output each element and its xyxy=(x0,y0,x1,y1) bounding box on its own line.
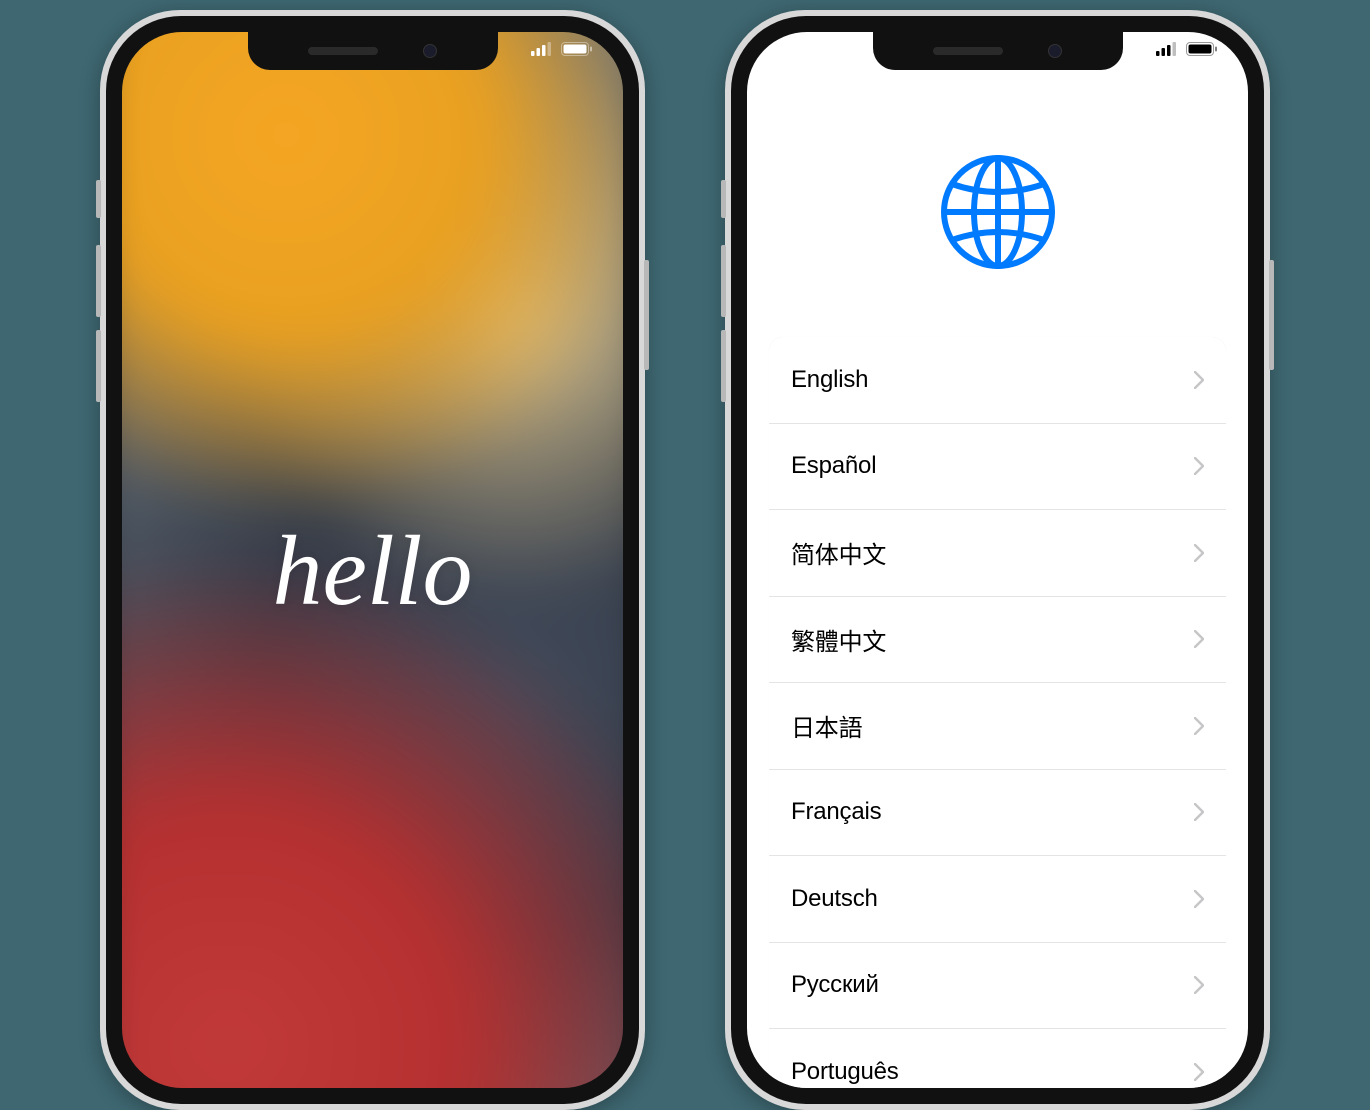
language-select-screen: English Español 简体中文 繁體中文 xyxy=(747,32,1248,1088)
chevron-right-icon xyxy=(1194,890,1204,908)
globe-icon-container xyxy=(747,32,1248,337)
hello-greeting: hello xyxy=(122,32,623,1088)
mute-switch[interactable] xyxy=(96,180,101,218)
language-list: English Español 简体中文 繁體中文 xyxy=(769,337,1226,1088)
chevron-right-icon xyxy=(1194,544,1204,562)
phone-screen: hello xyxy=(122,32,623,1088)
language-item-portugues[interactable]: Português xyxy=(769,1029,1226,1088)
language-item-simplified-chinese[interactable]: 简体中文 xyxy=(769,510,1226,597)
phone-screen: English Español 简体中文 繁體中文 xyxy=(747,32,1248,1088)
volume-down-button[interactable] xyxy=(96,330,101,402)
chevron-right-icon xyxy=(1194,371,1204,389)
language-label: 简体中文 xyxy=(791,535,886,570)
phone-frame: hello xyxy=(106,16,639,1104)
phone-frame: English Español 简体中文 繁體中文 xyxy=(731,16,1264,1104)
status-bar xyxy=(531,42,593,61)
status-bar xyxy=(1156,42,1218,61)
cellular-signal-icon xyxy=(531,42,553,61)
volume-down-button[interactable] xyxy=(721,330,726,402)
language-item-traditional-chinese[interactable]: 繁體中文 xyxy=(769,597,1226,684)
chevron-right-icon xyxy=(1194,803,1204,821)
chevron-right-icon xyxy=(1194,630,1204,648)
language-item-francais[interactable]: Français xyxy=(769,770,1226,857)
volume-up-button[interactable] xyxy=(721,245,726,317)
language-item-deutsch[interactable]: Deutsch xyxy=(769,856,1226,943)
language-label: 日本語 xyxy=(791,708,862,743)
chevron-right-icon xyxy=(1194,457,1204,475)
speaker-grille xyxy=(933,47,1003,55)
notch xyxy=(248,32,498,70)
language-item-english[interactable]: English xyxy=(769,337,1226,424)
language-item-espanol[interactable]: Español xyxy=(769,424,1226,511)
volume-up-button[interactable] xyxy=(96,245,101,317)
phone-language-select: English Español 简体中文 繁體中文 xyxy=(725,10,1270,1110)
mute-switch[interactable] xyxy=(721,180,726,218)
power-button[interactable] xyxy=(644,260,649,370)
language-item-japanese[interactable]: 日本語 xyxy=(769,683,1226,770)
front-camera xyxy=(423,44,437,58)
language-label: Deutsch xyxy=(791,885,878,913)
globe-icon xyxy=(938,152,1058,277)
chevron-right-icon xyxy=(1194,976,1204,994)
language-label: Русский xyxy=(791,971,879,999)
chevron-right-icon xyxy=(1194,717,1204,735)
speaker-grille xyxy=(308,47,378,55)
phone-welcome: hello xyxy=(100,10,645,1110)
language-label: Français xyxy=(791,798,881,826)
language-label: English xyxy=(791,366,868,394)
language-item-russian[interactable]: Русский xyxy=(769,943,1226,1030)
battery-icon xyxy=(1186,42,1218,61)
language-label: Português xyxy=(791,1058,899,1086)
notch xyxy=(873,32,1123,70)
power-button[interactable] xyxy=(1269,260,1274,370)
language-label: Español xyxy=(791,452,876,480)
cellular-signal-icon xyxy=(1156,42,1178,61)
language-label: 繁體中文 xyxy=(791,622,886,657)
chevron-right-icon xyxy=(1194,1063,1204,1081)
battery-icon xyxy=(561,42,593,61)
front-camera xyxy=(1048,44,1062,58)
